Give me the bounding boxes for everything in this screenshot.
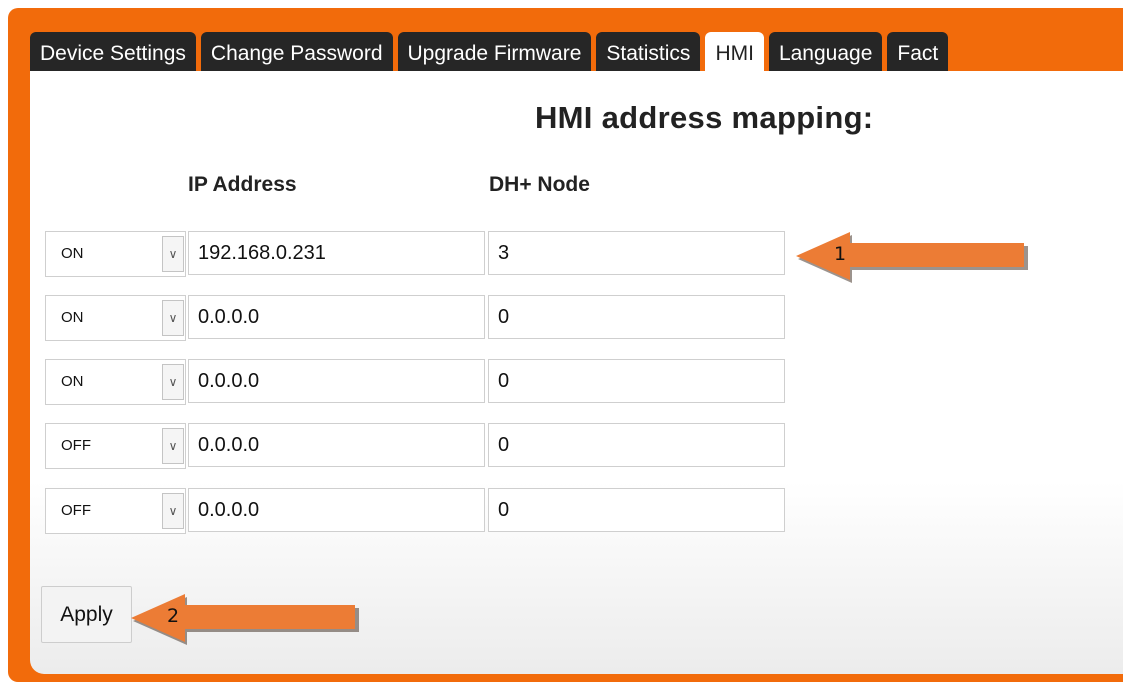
ip-address-field[interactable]: 0.0.0.0 xyxy=(188,359,485,403)
chevron-down-icon[interactable]: ∨ xyxy=(162,236,184,272)
state-value: ON xyxy=(61,245,84,262)
dh-node-field[interactable]: 3 xyxy=(488,231,785,275)
mapping-row: OFF ∨ 0.0.0.0 0 xyxy=(45,423,785,469)
dh-node-field[interactable]: 0 xyxy=(488,488,785,532)
ip-address-field[interactable]: 192.168.0.231 xyxy=(188,231,485,275)
chevron-down-icon[interactable]: ∨ xyxy=(162,428,184,464)
mapping-row: OFF ∨ 0.0.0.0 0 xyxy=(45,488,785,534)
tab-factory[interactable]: Fact xyxy=(887,32,949,71)
mapping-row: ON ∨ 0.0.0.0 0 xyxy=(45,359,785,405)
dh-node-field[interactable]: 0 xyxy=(488,423,785,467)
state-value: OFF xyxy=(61,437,91,454)
tab-upgrade-firmware[interactable]: Upgrade Firmware xyxy=(397,32,592,71)
ip-address-field[interactable]: 0.0.0.0 xyxy=(188,423,485,467)
mapping-row: ON ∨ 192.168.0.231 3 xyxy=(45,231,785,277)
callout-number-1: 1 xyxy=(834,243,847,265)
state-select[interactable]: ON ∨ xyxy=(45,359,186,405)
page-title: HMI address mapping: xyxy=(535,100,874,135)
tab-hmi[interactable]: HMI xyxy=(705,32,764,71)
mapping-row: ON ∨ 0.0.0.0 0 xyxy=(45,295,785,341)
ip-address-field[interactable]: 0.0.0.0 xyxy=(188,295,485,339)
tab-bar: Device Settings Change Password Upgrade Fi… xyxy=(30,32,1123,71)
dh-node-field[interactable]: 0 xyxy=(488,359,785,403)
state-value: OFF xyxy=(61,502,91,519)
ip-address-header: IP Address xyxy=(188,173,297,196)
tab-language[interactable]: Language xyxy=(768,32,883,71)
dh-node-field[interactable]: 0 xyxy=(488,295,785,339)
tab-device-settings[interactable]: Device Settings xyxy=(30,32,196,71)
chevron-down-icon[interactable]: ∨ xyxy=(162,493,184,529)
state-value: ON xyxy=(61,373,84,390)
chevron-down-icon[interactable]: ∨ xyxy=(162,300,184,336)
tab-statistics[interactable]: Statistics xyxy=(596,32,701,71)
dh-node-header: DH+ Node xyxy=(489,173,590,196)
tab-change-password[interactable]: Change Password xyxy=(200,32,393,71)
callout-number-2: 2 xyxy=(167,605,180,627)
state-select[interactable]: OFF ∨ xyxy=(45,423,186,469)
arrow-left-icon xyxy=(131,594,359,645)
state-value: ON xyxy=(61,309,84,326)
ip-address-field[interactable]: 0.0.0.0 xyxy=(188,488,485,532)
chevron-down-icon[interactable]: ∨ xyxy=(162,364,184,400)
state-select[interactable]: ON ∨ xyxy=(45,231,186,277)
arrow-left-icon xyxy=(796,232,1028,283)
apply-button[interactable]: Apply xyxy=(41,586,132,643)
state-select[interactable]: ON ∨ xyxy=(45,295,186,341)
state-select[interactable]: OFF ∨ xyxy=(45,488,186,534)
